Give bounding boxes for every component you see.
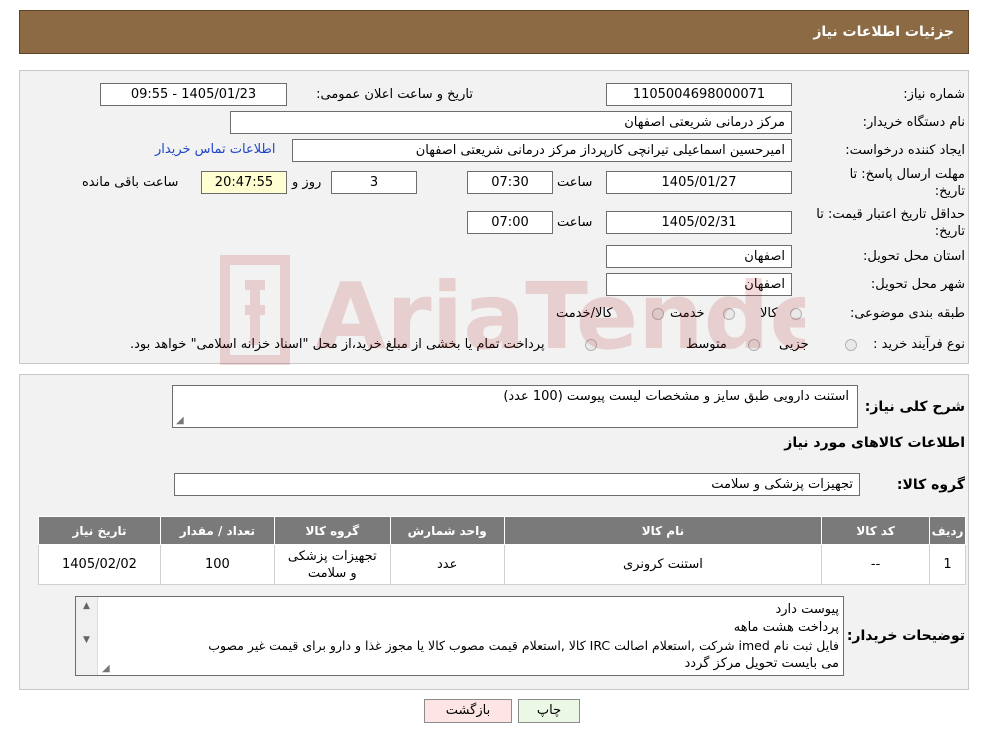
process-minor-radio[interactable]	[845, 339, 857, 351]
back-button[interactable]: بازگشت	[424, 699, 512, 723]
col-header-item-group: گروه کالا	[273, 516, 391, 545]
cell-unit: عدد	[389, 544, 505, 585]
col-header-item-code: کد کالا	[821, 516, 931, 545]
cell-row-number: 1	[929, 544, 966, 585]
buyer-note-line: می بایست تحویل مرکز گردد	[684, 656, 839, 671]
reply-date-field: 1405/01/27	[606, 171, 792, 194]
col-header-item-name: نام کالا	[503, 516, 823, 545]
process-type-label: نوع فرآیند خرید :	[873, 337, 965, 352]
buyer-org-field: مرکز درمانی شریعتی اصفهان	[230, 111, 792, 134]
buyer-note-line: پیوست دارد	[775, 602, 839, 617]
price-validity-time-label: ساعت	[557, 215, 593, 230]
resize-grip-icon[interactable]: ◢	[102, 663, 110, 674]
days-remaining-field: 3	[331, 171, 417, 194]
scroll-down-icon[interactable]: ▼	[76, 635, 97, 645]
col-header-unit: واحد شمارش	[389, 516, 505, 545]
buyer-notes-textarea[interactable]: ▲ ▼ پیوست دارد پرداخت هشت ماهه فایل ثبت …	[75, 596, 844, 676]
table-header-row: ردیف کد کالا نام کالا واحد شمارش گروه کا…	[38, 516, 966, 545]
creator-field: امیرحسین اسماعیلی تیرانچی کارپرداز مرکز …	[292, 139, 792, 162]
goods-table: ردیف کد کالا نام کالا واحد شمارش گروه کا…	[38, 516, 966, 585]
buyer-notes-label: توضیحات خریدار:	[846, 628, 965, 644]
province-label: استان محل تحویل:	[863, 249, 965, 264]
col-header-row-number: ردیف	[929, 516, 966, 545]
buyer-note-line: پرداخت هشت ماهه	[733, 620, 839, 635]
page-header: جزئیات اطلاعات نیاز	[19, 10, 969, 54]
remaining-time-label: ساعت باقی مانده	[82, 175, 179, 190]
days-label: روز و	[292, 175, 322, 190]
page-title: جزئیات اطلاعات نیاز	[813, 24, 954, 40]
summary-text: استنت دارویی طبق سایز و مشخصات لیست پیوس…	[503, 389, 849, 404]
announce-datetime-field: 1405/01/23 - 09:55	[100, 83, 287, 106]
city-label: شهر محل تحویل:	[870, 277, 965, 292]
print-button[interactable]: چاپ	[518, 699, 580, 723]
reply-time-label: ساعت	[557, 175, 593, 190]
reply-time-field: 07:30	[467, 171, 553, 194]
goods-group-field: تجهیزات پزشکی و سلامت	[174, 473, 860, 496]
buyer-note-line: فایل ثبت نام imed شرکت ,استعلام اصالت IR…	[208, 638, 839, 653]
col-header-need-date: تاریخ نیاز	[38, 516, 161, 545]
creator-label: ایجاد کننده درخواست:	[845, 143, 965, 158]
watermark-text: AriaTender.neT	[315, 263, 805, 370]
col-header-quantity: تعداد / مقدار	[159, 516, 275, 545]
resize-grip-icon[interactable]: ◢	[176, 415, 184, 426]
price-validity-date-field: 1405/02/31	[606, 211, 792, 234]
goods-table-wrapper: ردیف کد کالا نام کالا واحد شمارش گروه کا…	[38, 516, 966, 585]
goods-group-label: گروه کالا:	[896, 477, 965, 493]
aria-tender-watermark: AriaTender.neT	[220, 255, 805, 370]
cell-item-code: --	[821, 544, 931, 585]
goods-info-title: اطلاعات کالاهای مورد نیاز	[784, 435, 965, 451]
table-row: 1 -- استنت کرونری عدد تجهیزات پزشکی و سل…	[38, 544, 966, 585]
notes-scrollbar[interactable]: ▲ ▼	[76, 597, 98, 675]
scroll-up-icon[interactable]: ▲	[76, 601, 97, 611]
cell-quantity: 100	[159, 544, 275, 585]
buyer-org-label: نام دستگاه خریدار:	[862, 115, 965, 130]
cell-item-group: تجهیزات پزشکی و سلامت	[273, 544, 391, 585]
category-label: طبقه بندی موضوعی:	[849, 306, 965, 321]
price-validity-label: حداقل تاریخ اعتبار قیمت: تا تاریخ:	[816, 207, 965, 239]
reply-deadline-label: مهلت ارسال پاسخ: تا تاریخ:	[849, 167, 965, 199]
summary-textarea[interactable]: استنت دارویی طبق سایز و مشخصات لیست پیوس…	[172, 385, 858, 428]
remaining-time-field: 20:47:55	[201, 171, 287, 194]
buyer-contact-link[interactable]: اطلاعات تماس خریدار	[155, 142, 275, 157]
cell-item-name: استنت کرونری	[503, 544, 823, 585]
need-number-field: 1105004698000071	[606, 83, 792, 106]
summary-label: شرح کلی نیاز:	[864, 399, 965, 415]
announce-datetime-label: تاریخ و ساعت اعلان عمومی:	[316, 87, 473, 102]
need-number-label: شماره نیاز:	[903, 87, 965, 102]
price-validity-time-field: 07:00	[467, 211, 553, 234]
cell-need-date: 1405/02/02	[38, 544, 161, 585]
